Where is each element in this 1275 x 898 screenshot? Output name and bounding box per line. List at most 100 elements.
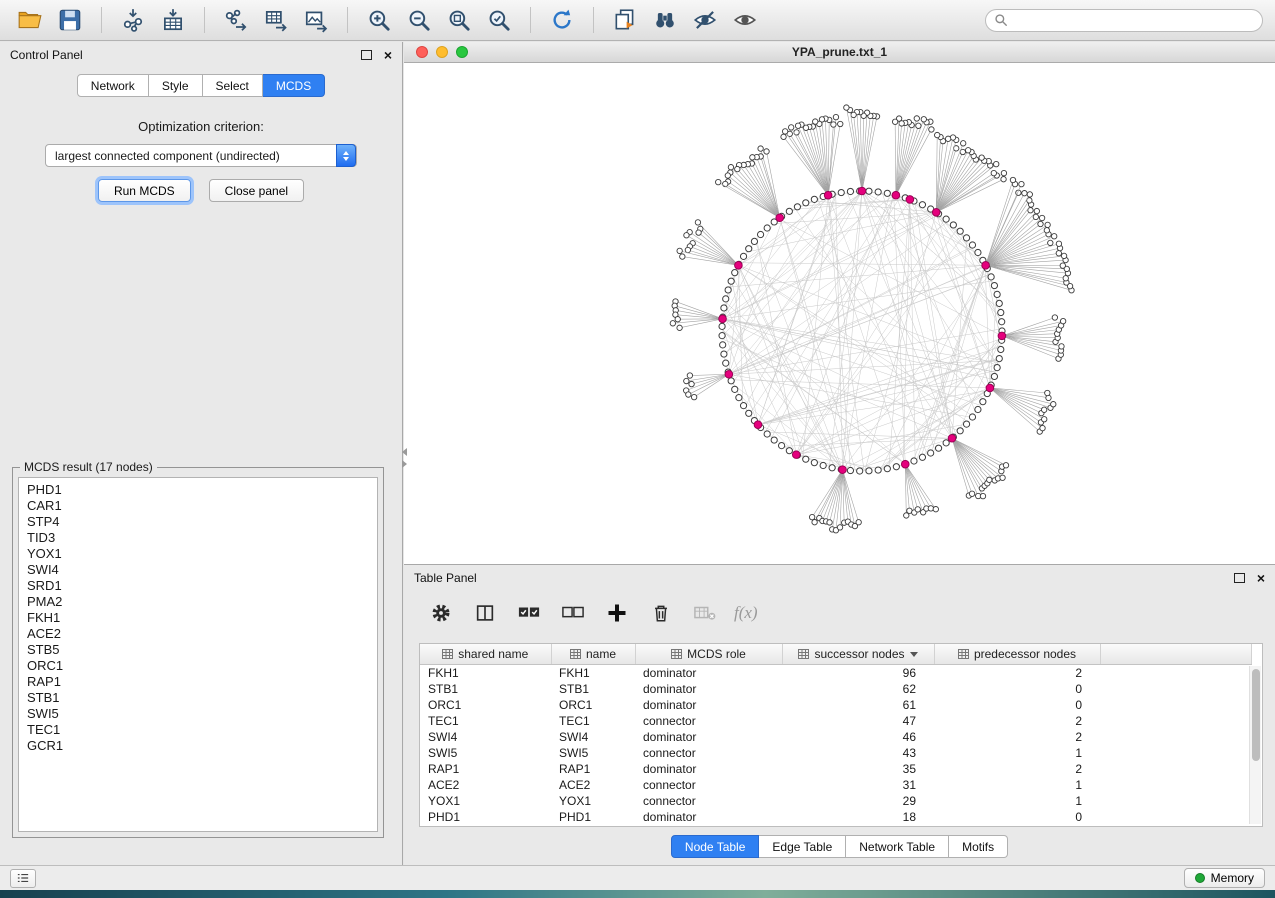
function-builder-icon: f(x) [734, 603, 758, 623]
mcds-result-item[interactable]: STB5 [27, 642, 377, 658]
mcds-result-item[interactable]: STP4 [27, 514, 377, 530]
hide-details-button[interactable] [687, 4, 723, 36]
table-row[interactable]: ORC1ORC1dominator610 [420, 697, 1252, 713]
import-table-button[interactable] [155, 4, 191, 36]
tab-network-table[interactable]: Network Table [846, 835, 949, 858]
table-row[interactable]: RAP1RAP1dominator352 [420, 761, 1252, 777]
column-header-mcds-role[interactable]: MCDS role [635, 644, 782, 665]
column-header-shared-name[interactable]: shared name [420, 644, 551, 665]
mcds-result-item[interactable]: CAR1 [27, 498, 377, 514]
table-row[interactable]: PHD1PHD1dominator180 [420, 809, 1252, 825]
network-window-titlebar[interactable]: YPA_prune.txt_1 [404, 42, 1275, 63]
cell-name: YOX1 [551, 793, 635, 809]
tab-edge-table[interactable]: Edge Table [759, 835, 846, 858]
table-panel-header: Table Panel × [404, 565, 1275, 591]
close-panel-icon[interactable]: × [1257, 572, 1265, 584]
tab-mcds[interactable]: MCDS [263, 74, 325, 97]
panel-toggle-button[interactable] [10, 869, 36, 888]
refresh-button[interactable] [544, 4, 580, 36]
cell-filler [1100, 809, 1252, 825]
mcds-result-item[interactable]: FKH1 [27, 610, 377, 626]
import-network-button[interactable] [115, 4, 151, 36]
mcds-result-item[interactable]: TEC1 [27, 722, 377, 738]
find-binoculars-button[interactable] [647, 4, 683, 36]
column-header-name[interactable]: name [551, 644, 635, 665]
memory-button[interactable]: Memory [1184, 868, 1265, 888]
zoom-in-button[interactable] [361, 4, 397, 36]
deselect-all-button[interactable] [558, 597, 588, 629]
mcds-result-item[interactable]: PHD1 [27, 482, 377, 498]
mcds-result-item[interactable]: RAP1 [27, 674, 377, 690]
mcds-result-item[interactable]: ORC1 [27, 658, 377, 674]
export-network-button[interactable] [218, 4, 254, 36]
criterion-dropdown[interactable]: largest connected component (undirected) [45, 144, 357, 167]
cell-name: TEC1 [551, 713, 635, 729]
control-panel-tabs: Network Style Select MCDS [77, 74, 325, 97]
table-settings-button[interactable] [426, 597, 456, 629]
zoom-fit-button[interactable] [441, 4, 477, 36]
float-panel-icon[interactable] [361, 50, 372, 60]
export-image-button[interactable] [298, 4, 334, 36]
splitter-toggle[interactable] [399, 448, 409, 474]
table-row[interactable]: ACE2ACE2connector311 [420, 777, 1252, 793]
add-column-button[interactable] [602, 597, 632, 629]
zoom-in-icon [366, 7, 392, 33]
mcds-result-item[interactable]: PMA2 [27, 594, 377, 610]
minimize-window-icon[interactable] [436, 46, 448, 58]
select-all-button[interactable] [514, 597, 544, 629]
mcds-result-item[interactable]: SRD1 [27, 578, 377, 594]
maximize-window-icon[interactable] [456, 46, 468, 58]
close-panel-icon[interactable]: × [384, 49, 392, 61]
clone-network-button[interactable] [607, 4, 643, 36]
mcds-result-item[interactable]: ACE2 [27, 626, 377, 642]
column-layout-button[interactable] [470, 597, 500, 629]
table-row[interactable]: SWI4SWI4dominator462 [420, 729, 1252, 745]
mcds-result-item[interactable]: YOX1 [27, 546, 377, 562]
mcds-result-item[interactable]: STB1 [27, 690, 377, 706]
tab-network[interactable]: Network [77, 74, 149, 97]
cell-name: RAP1 [551, 761, 635, 777]
mcds-result-item[interactable]: SWI5 [27, 706, 377, 722]
mcds-result-item[interactable]: TID3 [27, 530, 377, 546]
cell-succ: 31 [782, 777, 934, 793]
tab-select[interactable]: Select [203, 74, 263, 97]
search-input[interactable] [1013, 12, 1254, 28]
cell-succ: 96 [782, 665, 934, 682]
table-scrollbar[interactable] [1249, 666, 1261, 824]
cell-role: connector [635, 777, 782, 793]
save-session-button[interactable] [52, 4, 88, 36]
mcds-result-item[interactable]: SWI4 [27, 562, 377, 578]
float-panel-icon[interactable] [1234, 573, 1245, 583]
table-row[interactable]: YOX1YOX1connector291 [420, 793, 1252, 809]
network-canvas[interactable] [404, 63, 1275, 564]
table-row[interactable]: TEC1TEC1connector472 [420, 713, 1252, 729]
toolbar-separator [204, 7, 205, 33]
delete-column-button[interactable] [646, 597, 676, 629]
close-panel-button[interactable]: Close panel [209, 179, 304, 202]
tab-motifs[interactable]: Motifs [949, 835, 1008, 858]
export-table-button[interactable] [258, 4, 294, 36]
cell-name: PHD1 [551, 809, 635, 825]
run-mcds-button[interactable]: Run MCDS [98, 179, 191, 202]
close-window-icon[interactable] [416, 46, 428, 58]
search-field[interactable] [985, 9, 1263, 32]
table-row[interactable]: FKH1FKH1dominator962 [420, 665, 1252, 682]
cell-pred: 0 [934, 697, 1100, 713]
zoom-selected-button[interactable] [481, 4, 517, 36]
cell-pred: 2 [934, 713, 1100, 729]
mcds-result-item[interactable]: GCR1 [27, 738, 377, 754]
tab-node-table[interactable]: Node Table [671, 835, 760, 858]
zoom-out-icon [406, 7, 432, 33]
tab-style[interactable]: Style [149, 74, 203, 97]
zoom-selected-icon [486, 7, 512, 33]
column-header-predecessor-nodes[interactable]: predecessor nodes [934, 644, 1100, 665]
table-row[interactable]: SWI5SWI5connector431 [420, 745, 1252, 761]
show-details-button[interactable] [727, 4, 763, 36]
mcds-result-list[interactable]: PHD1CAR1STP4TID3YOX1SWI4SRD1PMA2FKH1ACE2… [18, 477, 378, 832]
sort-grid-icon [958, 649, 969, 659]
open-file-button[interactable] [12, 4, 48, 36]
zoom-out-button[interactable] [401, 4, 437, 36]
table-row[interactable]: STB1STB1dominator620 [420, 681, 1252, 697]
column-header-successor-nodes[interactable]: successor nodes [782, 644, 934, 665]
scrollbar-thumb[interactable] [1252, 669, 1260, 761]
